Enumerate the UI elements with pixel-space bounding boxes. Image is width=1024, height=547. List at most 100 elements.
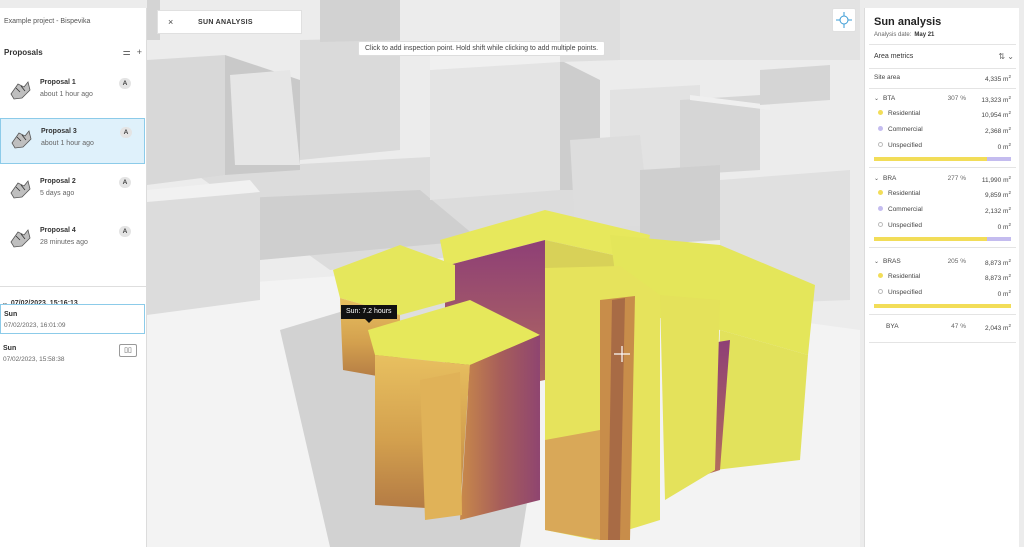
metric-bar: [874, 157, 1011, 161]
site-area-value: 4,335 m: [984, 76, 1009, 83]
unit-superscript: 2: [1008, 258, 1011, 263]
proposal-thumbnail-icon: [10, 81, 31, 100]
bya-label: BYA: [886, 323, 899, 330]
area-metrics-title: Area metrics: [874, 53, 914, 60]
metric-row-unspecified: Unspecified 0 m2: [874, 222, 1011, 232]
row-value: 9,859 m: [984, 192, 1009, 199]
metric-group-bras[interactable]: ⌄ BRAS 205 % 8,873 m2: [874, 258, 1011, 268]
row-value: 0 m: [997, 291, 1009, 298]
plus-icon[interactable]: +: [137, 47, 142, 57]
run-time: 07/02/2023, 15:58:38: [3, 356, 65, 363]
row-label: Unspecified: [888, 222, 922, 229]
bar-residential: [874, 237, 987, 241]
unit-superscript: 2: [1008, 190, 1011, 195]
group-value: 13,323 m: [981, 97, 1009, 104]
analysis-date-value: May 21: [914, 32, 935, 38]
bar-commercial: [986, 157, 1011, 161]
proposal-title: Proposal 1: [40, 79, 76, 86]
sun-hours-tooltip: Sun: 7.2 hours: [341, 305, 397, 323]
metric-row-residential: Residential 8,873 m2: [874, 273, 1011, 283]
close-icon[interactable]: ×: [168, 17, 173, 27]
author-avatar: A: [119, 177, 131, 188]
proposal-thumbnail-icon: [10, 180, 31, 199]
row-value: 8,873 m: [984, 275, 1009, 282]
unit-superscript: 2: [1008, 175, 1011, 180]
analysis-date: Analysis date: May 21: [874, 32, 934, 38]
legend-dot: [878, 126, 883, 131]
proposal-title: Proposal 3: [41, 128, 77, 135]
run-title: Sun: [4, 311, 18, 318]
divider: [869, 88, 1016, 89]
proposal-item-1[interactable]: Proposal 1 about 1 hour ago A: [0, 70, 145, 116]
proposal-item-2[interactable]: Proposal 2 5 days ago A: [0, 169, 145, 215]
unit-superscript: 2: [1008, 142, 1011, 147]
row-label: Residential: [888, 110, 921, 117]
legend-dot: [878, 190, 883, 195]
unit-superscript: 2: [1008, 110, 1011, 115]
group-value: 11,990 m: [981, 177, 1009, 184]
unit-superscript: 2: [1008, 74, 1011, 79]
proposal-item-4[interactable]: Proposal 4 28 minutes ago A: [0, 218, 145, 264]
run-title: Sun: [3, 345, 17, 352]
analysis-run-1[interactable]: Sun 07/02/2023, 16:01:09: [0, 304, 145, 334]
analysis-date-label: Analysis date:: [874, 32, 912, 38]
analysis-run-2[interactable]: Sun 07/02/2023, 15:58:38 ▯▯: [0, 339, 145, 369]
area-metrics-header[interactable]: Area metrics ⇅ ⌄: [874, 52, 1014, 61]
row-value: 10,954 m: [981, 112, 1009, 119]
left-panel: Example project - Bispevika Proposals ⚌ +…: [0, 8, 147, 547]
divider: [869, 44, 1016, 45]
unit-superscript: 2: [1008, 273, 1011, 278]
project-name[interactable]: Example project - Bispevika: [4, 18, 90, 25]
row-label: Residential: [888, 190, 921, 197]
metric-bar: [874, 304, 1011, 308]
compare-icon[interactable]: ▯▯: [119, 344, 137, 357]
legend-dot: [878, 142, 883, 147]
proposal-item-3[interactable]: Proposal 3 about 1 hour ago A: [0, 118, 145, 164]
bar-residential: [874, 157, 987, 161]
divider: [869, 342, 1016, 343]
author-avatar: A: [119, 226, 131, 237]
chevron-down-icon[interactable]: ⌄: [1007, 52, 1014, 61]
metric-group-bra[interactable]: ⌄ BRA 277 % 11,990 m2: [874, 175, 1011, 185]
inspection-tool-button[interactable]: [832, 8, 856, 32]
analysis-tab: × SUN ANALYSIS: [157, 10, 302, 34]
row-label: Commercial: [888, 206, 923, 213]
group-label: BRA: [883, 175, 897, 182]
unit-superscript: 2: [1008, 206, 1011, 211]
proposal-time: about 1 hour ago: [40, 91, 93, 98]
tab-title: SUN ANALYSIS: [198, 19, 253, 26]
panel-title: Sun analysis: [874, 16, 942, 28]
proposal-time: 28 minutes ago: [40, 239, 88, 246]
row-label: Unspecified: [888, 289, 922, 296]
group-label: BTA: [883, 95, 896, 102]
unit-superscript: 2: [1008, 126, 1011, 131]
legend-dot: [878, 289, 883, 294]
row-value: 2,132 m: [984, 208, 1009, 215]
sort-icon[interactable]: ⇅: [998, 52, 1005, 61]
row-label: Unspecified: [888, 142, 922, 149]
row-label: Commercial: [888, 126, 923, 133]
metric-row-commercial: Commercial 2,368 m2: [874, 126, 1011, 136]
metric-row-unspecified: Unspecified 0 m2: [874, 142, 1011, 152]
divider: [869, 314, 1016, 315]
bya-value: 2,043 m: [984, 325, 1009, 332]
legend-dot: [878, 222, 883, 227]
metric-row-commercial: Commercial 2,132 m2: [874, 206, 1011, 216]
proposal-time: 5 days ago: [40, 190, 75, 197]
proposal-title: Proposal 4: [40, 227, 76, 234]
author-avatar: A: [120, 127, 132, 138]
proposals-title: Proposals: [4, 48, 43, 57]
divider: [869, 247, 1016, 248]
row-value: 0 m: [997, 224, 1009, 231]
group-label: BRAS: [883, 258, 901, 265]
metric-row-residential: Residential 9,859 m2: [874, 190, 1011, 200]
group-percent: 307 %: [947, 95, 966, 102]
legend-dot: [878, 273, 883, 278]
bya-row: BYA 47 % 2,043 m2: [874, 323, 1011, 333]
bya-percent: 47 %: [951, 323, 966, 330]
legend-dot: [878, 206, 883, 211]
unit-superscript: 2: [1008, 289, 1011, 294]
sliders-icon[interactable]: ⚌: [123, 47, 131, 57]
metric-group-bta[interactable]: ⌄ BTA 307 % 13,323 m2: [874, 95, 1011, 105]
divider: [0, 286, 146, 287]
